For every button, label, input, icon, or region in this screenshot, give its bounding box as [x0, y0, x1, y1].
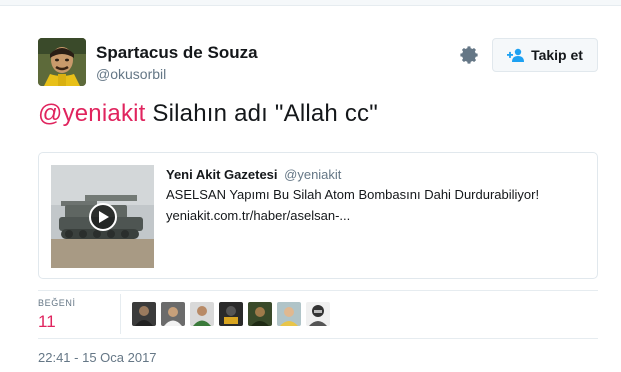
author-name[interactable]: Spartacus de Souza: [96, 43, 258, 63]
card-source-name: Yeni Akit Gazetesi: [166, 167, 278, 182]
follow-button[interactable]: Takip et: [492, 38, 598, 72]
liker-avatar[interactable]: [306, 302, 330, 326]
stats-divider-vertical: [120, 294, 121, 334]
card-url: yeniakit.com.tr/haber/aselsan-...: [166, 208, 351, 223]
play-icon[interactable]: [89, 203, 117, 231]
liker-avatar[interactable]: [132, 302, 156, 326]
tweet-text: @yeniakit Silahın adı "Allah cc": [38, 100, 378, 128]
card-title: ASELSAN Yapımı Bu Silah Atom Bombasını D…: [166, 187, 540, 202]
likes-label: BEĞENİ: [38, 298, 76, 308]
liker-avatar[interactable]: [161, 302, 185, 326]
tweet-body: Silahın adı "Allah cc": [145, 100, 378, 127]
likes-count[interactable]: 11: [38, 312, 56, 332]
gear-icon[interactable]: [458, 44, 480, 66]
stats-divider-bottom: [38, 338, 598, 339]
author-avatar[interactable]: [38, 38, 86, 86]
card-thumbnail[interactable]: [51, 165, 154, 268]
author-handle[interactable]: @okusorbil: [96, 66, 166, 82]
avatar-image: [38, 38, 86, 86]
tweet-timestamp[interactable]: 22:41 - 15 Oca 2017: [38, 350, 157, 365]
add-user-icon: [507, 48, 525, 62]
liker-avatars: [132, 302, 330, 326]
tweet-mention-link[interactable]: @yeniakit: [38, 100, 146, 127]
card-source: Yeni Akit Gazetesi @yeniakit: [166, 167, 341, 182]
stats-divider-top: [38, 290, 598, 291]
link-card[interactable]: Yeni Akit Gazetesi @yeniakit ASELSAN Yap…: [38, 152, 598, 279]
top-divider: [0, 0, 621, 6]
liker-avatar[interactable]: [219, 302, 243, 326]
liker-avatar[interactable]: [277, 302, 301, 326]
follow-button-label: Takip et: [531, 47, 583, 63]
card-source-handle: @yeniakit: [284, 167, 342, 182]
liker-avatar[interactable]: [190, 302, 214, 326]
liker-avatar[interactable]: [248, 302, 272, 326]
